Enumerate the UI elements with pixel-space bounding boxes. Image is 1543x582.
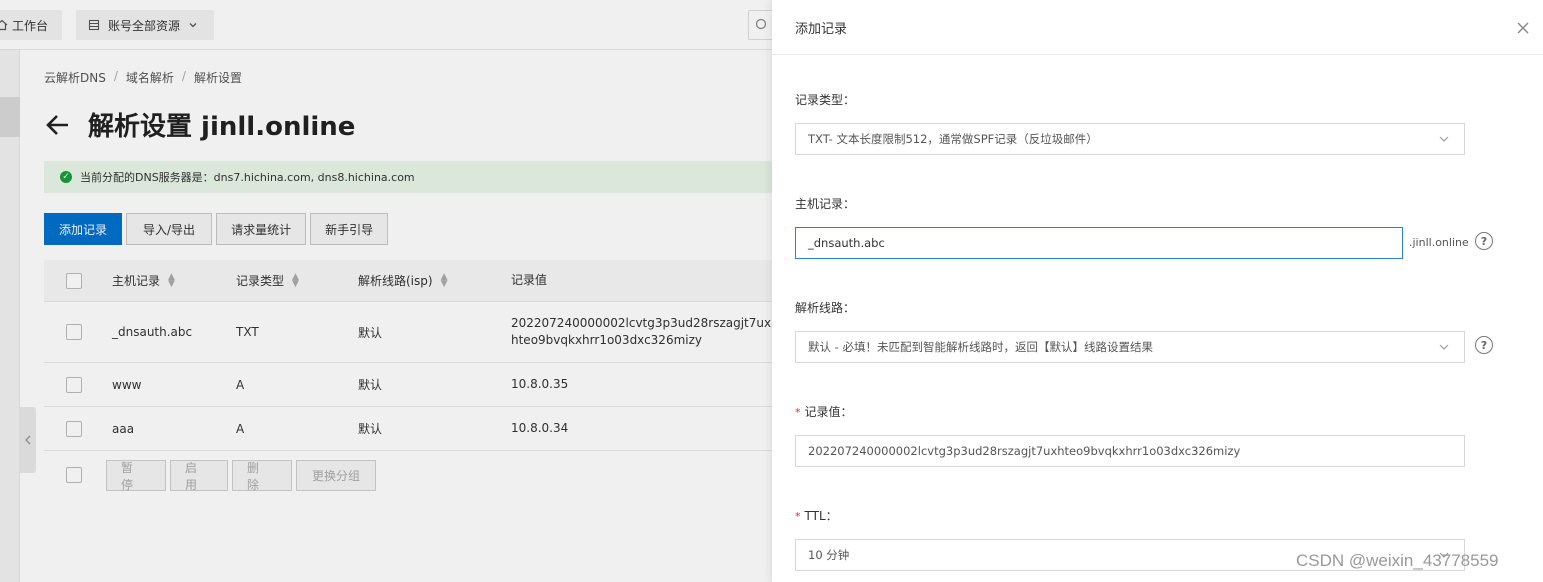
watermark: CSDN @weixin_43778559 [1296,551,1499,570]
host-suffix: .jinll.online [1409,236,1469,249]
drawer-header: 添加记录 [772,0,1543,55]
help-icon[interactable]: ? [1475,336,1493,354]
host-label: 主机记录： [795,197,856,211]
line-label: 解析线路： [795,301,856,315]
modal-overlay[interactable] [0,0,772,582]
add-record-drawer: 添加记录 记录类型： TXT- 文本长度限制512，通常做SPF记录（反垃圾邮件… [772,0,1543,582]
record-type-label: 记录类型： [795,93,856,107]
host-input[interactable]: _dnsauth.abc [795,227,1403,259]
host-input-value: _dnsauth.abc [808,236,885,250]
chevron-down-icon [1439,344,1449,350]
drawer-title: 添加记录 [795,22,848,37]
ttl-value: 10 分钟 [808,548,850,562]
line-value: 默认 - 必填！未匹配到智能解析线路时，返回【默认】线路设置结果 [808,340,1153,354]
line-select[interactable]: 默认 - 必填！未匹配到智能解析线路时，返回【默认】线路设置结果 [795,331,1465,363]
record-value-input[interactable]: 202207240000002lcvtg3p3ud28rszagjt7uxhte… [795,435,1465,467]
value-label: * 记录值： [795,405,853,419]
required-mark: * [795,406,801,419]
record-type-select[interactable]: TXT- 文本长度限制512，通常做SPF记录（反垃圾邮件） [795,123,1465,155]
help-icon[interactable]: ? [1475,232,1493,250]
record-value-text: 202207240000002lcvtg3p3ud28rszagjt7uxhte… [808,444,1241,458]
record-type-value: TXT- 文本长度限制512，通常做SPF记录（反垃圾邮件） [808,132,1098,146]
close-icon[interactable] [1515,20,1531,36]
chevron-down-icon [1439,136,1449,142]
ttl-label: * TTL： [795,509,838,523]
required-mark: * [795,510,801,523]
